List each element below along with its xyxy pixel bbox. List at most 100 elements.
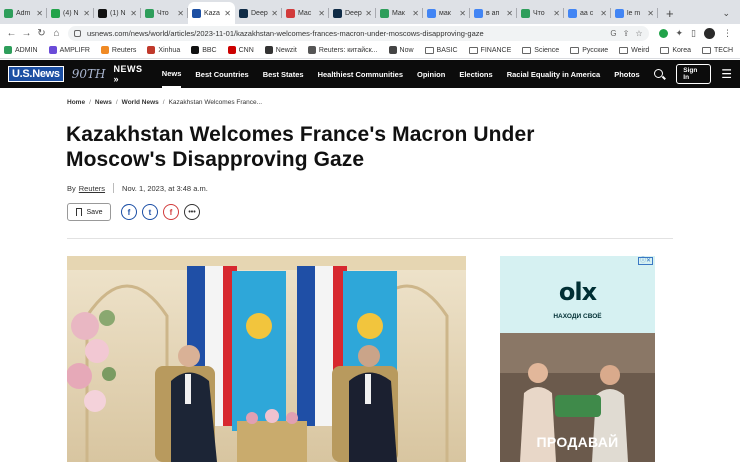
nav-item[interactable]: Opinion	[417, 60, 445, 88]
menu-icon[interactable]: ☰	[721, 67, 732, 81]
back-icon[interactable]: ←	[4, 28, 19, 39]
browser-tab[interactable]: Mac ✕	[282, 2, 329, 24]
tab-close-icon[interactable]: ✕	[83, 9, 90, 18]
publish-date: Nov. 1, 2023, at 3:48 a.m.	[122, 183, 208, 193]
search-icon[interactable]	[653, 68, 665, 80]
tab-close-icon[interactable]: ✕	[36, 9, 43, 18]
browser-tab[interactable]: Kaza ✕	[188, 2, 235, 24]
breadcrumb-news[interactable]: News	[95, 99, 112, 106]
tab-close-icon[interactable]: ✕	[506, 9, 513, 18]
google-lens-icon[interactable]: G	[610, 29, 616, 38]
bookmark-folder[interactable]: Science	[522, 46, 559, 54]
nav-item[interactable]: Elections	[459, 60, 492, 88]
side-panel-icon[interactable]: ▯	[691, 28, 696, 39]
ad-close-icon[interactable]: ⓘ✕	[637, 257, 653, 265]
browser-tab[interactable]: аа с ✕	[564, 2, 611, 24]
ad-cta[interactable]: ПРОДАВАЙ	[500, 434, 655, 450]
extension-green-icon[interactable]	[658, 28, 668, 38]
reload-icon[interactable]: ↻	[34, 28, 49, 39]
browser-tab[interactable]: le m ✕	[611, 2, 658, 24]
browser-tab[interactable]: Adm ✕	[0, 2, 47, 24]
breadcrumb-world-news[interactable]: World News	[122, 99, 159, 106]
author-link[interactable]: Reuters	[79, 184, 105, 193]
nav-item[interactable]: Best States	[263, 60, 304, 88]
browser-menu-icon[interactable]: ⋮	[723, 28, 732, 39]
tab-close-icon[interactable]: ✕	[177, 9, 184, 18]
tab-close-icon[interactable]: ✕	[412, 9, 419, 18]
tab-favicon-icon	[4, 8, 13, 18]
tab-close-icon[interactable]: ✕	[600, 9, 607, 18]
bookmark-favicon-icon	[191, 46, 200, 54]
browser-tab[interactable]: в ап ✕	[470, 2, 517, 24]
tab-close-icon[interactable]: ✕	[130, 9, 137, 18]
url-text[interactable]: usnews.com/news/world/articles/2023-11-0…	[87, 29, 604, 38]
browser-tab[interactable]: Deep ✕	[329, 2, 376, 24]
bookmark-label: AMPLIFR	[59, 46, 90, 54]
browser-tab[interactable]: Deep ✕	[235, 2, 282, 24]
browser-tab[interactable]: Мак ✕	[376, 2, 423, 24]
tab-close-icon[interactable]: ✕	[553, 9, 560, 18]
nav-item[interactable]: Best Countries	[195, 60, 248, 88]
browser-tab[interactable]: (1) N ✕	[94, 2, 141, 24]
tab-title: Adm	[16, 9, 31, 17]
home-icon[interactable]: ⌂	[49, 28, 64, 39]
browser-tab[interactable]: Что ✕	[517, 2, 564, 24]
nav-item[interactable]: Racial Equality in America	[507, 60, 601, 88]
sign-in-button[interactable]: Sign In	[676, 64, 712, 84]
bookmark-star-icon[interactable]: ☆	[635, 29, 642, 38]
new-tab-icon[interactable]: +	[658, 2, 682, 24]
nav-item[interactable]: News	[161, 60, 182, 88]
share-page-icon[interactable]: ⇪	[623, 29, 630, 38]
more-share-icon[interactable]: •••	[184, 204, 200, 220]
tab-title: Deep	[251, 9, 268, 17]
bookmark-folder[interactable]: FINANCE	[468, 46, 511, 54]
bookmark-item[interactable]: CNN	[227, 46, 254, 54]
usnews-logo[interactable]: U.S.News	[8, 66, 64, 82]
tab-title: (4) N	[63, 9, 79, 17]
bookmark-item[interactable]: Reuters	[100, 46, 136, 54]
advertisement[interactable]: olx НАХОДИ СВОЁ ⓘ✕ ПРОДАВАЙ	[500, 256, 655, 462]
tab-close-icon[interactable]: ✕	[459, 9, 466, 18]
bookmark-favicon-icon	[388, 46, 397, 54]
save-button[interactable]: Save	[67, 203, 111, 221]
bookmark-item[interactable]: Xinhua	[147, 46, 180, 54]
folder-icon	[702, 46, 711, 54]
lock-icon[interactable]	[74, 29, 81, 37]
bookmark-favicon-icon	[48, 46, 57, 54]
bookmark-item[interactable]: ADMIN	[4, 46, 38, 54]
facebook-share-icon[interactable]: f	[121, 204, 137, 220]
tab-close-icon[interactable]: ✕	[271, 9, 278, 18]
address-bar[interactable]: usnews.com/news/world/articles/2023-11-0…	[68, 25, 649, 41]
section-title[interactable]: NEWS »	[113, 64, 149, 84]
bookmark-item[interactable]: BBC	[191, 46, 217, 54]
forward-icon[interactable]: →	[19, 28, 34, 39]
browser-tab[interactable]: (4) N ✕	[47, 2, 94, 24]
bookmark-item[interactable]: Now	[388, 46, 414, 54]
twitter-share-icon[interactable]: t	[142, 204, 158, 220]
tab-favicon-icon	[521, 8, 530, 18]
bookmark-item[interactable]: AMPLIFR	[48, 46, 90, 54]
browser-tab[interactable]: Что ✕	[141, 2, 188, 24]
bookmark-folder[interactable]: Weird	[619, 46, 649, 54]
tab-close-icon[interactable]: ✕	[365, 9, 372, 18]
bookmark-item[interactable]: Newzit	[264, 46, 297, 54]
breadcrumb-home[interactable]: Home	[67, 99, 85, 106]
tab-favicon-icon	[474, 8, 483, 18]
bookmark-folder[interactable]: TECH	[702, 46, 733, 54]
bookmark-label: Korea	[672, 46, 691, 54]
bookmark-folder[interactable]: Русские	[570, 46, 608, 54]
bookmark-folder[interactable]: BASIC	[424, 46, 458, 54]
nav-item[interactable]: Photos	[614, 60, 639, 88]
extensions-puzzle-icon[interactable]: ✦	[676, 28, 684, 39]
nav-item[interactable]: Healthiest Communities	[318, 60, 403, 88]
tab-close-icon[interactable]: ✕	[318, 9, 325, 18]
tab-close-icon[interactable]: ✕	[647, 9, 654, 18]
bookmark-folder[interactable]: Korea	[660, 46, 691, 54]
profile-avatar[interactable]	[704, 27, 715, 39]
flipboard-share-icon[interactable]: f	[163, 204, 179, 220]
bookmark-label: CNN	[238, 46, 254, 54]
browser-tab[interactable]: мак ✕	[423, 2, 470, 24]
bookmark-item[interactable]: Reuters: китайск...	[307, 46, 378, 54]
tab-search-icon[interactable]: ⌄	[722, 2, 740, 24]
tab-close-icon[interactable]: ✕	[224, 9, 231, 18]
